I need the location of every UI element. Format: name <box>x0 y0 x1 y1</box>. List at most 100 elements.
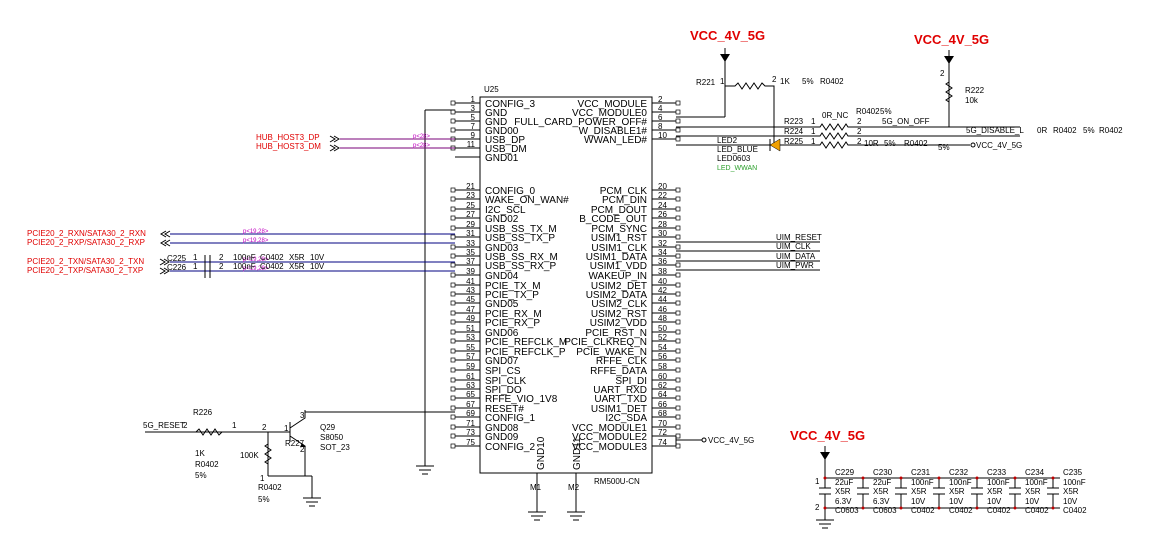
cap-p2: 2 <box>815 503 820 512</box>
pin-m1: M1 <box>530 483 542 492</box>
pin-gnd10: GND10 <box>536 436 547 470</box>
cap-ref: C229 <box>835 468 855 477</box>
led-val: LED_BLUE <box>717 145 758 154</box>
cap-volt: 10V <box>1025 497 1040 506</box>
pin-gnd11: GND11 <box>572 437 583 470</box>
c226-ref: C226 <box>167 263 187 272</box>
r224-ref: R224 <box>784 127 804 136</box>
c225-die: X5R <box>289 253 305 262</box>
r221-tol: 5% <box>802 77 814 86</box>
left-pin-num: 47 <box>466 305 475 314</box>
right-pin-num: 50 <box>658 324 667 333</box>
r224-tol: 5% <box>1083 126 1095 135</box>
cap-val: 100nF <box>949 478 972 487</box>
right-pin-num: 68 <box>658 409 667 418</box>
right-pin-num: 72 <box>658 428 667 437</box>
r226-p2: 2 <box>183 421 188 430</box>
right-pin-num: 46 <box>658 305 667 314</box>
net-uim-pwr: UIM_PWR <box>776 261 814 270</box>
r226-p1: 1 <box>232 421 237 430</box>
cap-volt: 10V <box>911 497 926 506</box>
cap-ref: C234 <box>1025 468 1045 477</box>
net-uim-data: UIM_DATA <box>776 252 816 261</box>
right-pin-name: VCC_MODULE3 <box>572 442 647 453</box>
net-vcc-module: VCC_4V_5G <box>708 436 754 445</box>
left-pin-num: 53 <box>466 333 475 342</box>
r223-p2: 2 <box>857 117 862 126</box>
left-pin-num: 65 <box>466 390 475 399</box>
right-pin-num: 38 <box>658 267 667 276</box>
cap-val: 100nF <box>987 478 1010 487</box>
net-hub-dm: HUB_HOST3_DM <box>256 142 321 151</box>
pin-m2: M2 <box>568 483 580 492</box>
cap-die: X5R <box>949 487 965 496</box>
right-pin-num: 70 <box>658 419 667 428</box>
cap-pkg: C0402 <box>949 506 973 515</box>
cap-volt: 10V <box>1063 497 1078 506</box>
right-pin-num: 20 <box>658 182 667 191</box>
r223-ref: R223 <box>784 117 804 126</box>
left-pin-num: 39 <box>466 267 475 276</box>
vcc-4v-5g-label: VCC_4V_5G <box>914 32 989 47</box>
r226-val: 1K <box>195 449 205 458</box>
net-vcc-led: VCC_4V_5G <box>976 141 1022 150</box>
left-pin-num: 3 <box>471 104 476 113</box>
c225-volt: 10V <box>310 253 325 262</box>
cap-val: 22uF <box>873 478 891 487</box>
cap-pkg: C0603 <box>873 506 897 515</box>
led-pkg: LED0603 <box>717 154 751 163</box>
left-pin-num: 29 <box>466 220 475 229</box>
left-pin-num: 71 <box>466 419 475 428</box>
r226-pkg: R0402 <box>195 460 219 469</box>
left-pin-num: 1 <box>471 95 476 104</box>
net-on-off: 5G_ON_OFF <box>882 117 930 126</box>
cap-volt: 6.3V <box>873 497 890 506</box>
net-txp: PCIE20_2_TXP/SATA30_2_TXP <box>27 266 143 275</box>
r225-tol: 5% <box>884 139 896 148</box>
cap-ref: C231 <box>911 468 931 477</box>
cap-die: X5R <box>1063 487 1079 496</box>
r225-val: 10R <box>864 139 879 148</box>
left-pin-num: 33 <box>466 239 475 248</box>
cap-val: 100nF <box>1025 478 1048 487</box>
c225-val: 100nF <box>233 253 256 262</box>
cap-p1: 1 <box>815 477 820 486</box>
right-pin-num: 52 <box>658 333 667 342</box>
net-txn: PCIE20_2_TXN/SATA30_2_TXN <box>27 257 144 266</box>
left-pin-num: 25 <box>466 201 475 210</box>
left-pin-num: 61 <box>466 372 475 381</box>
cap-die: X5R <box>1025 487 1041 496</box>
right-pin-num: 8 <box>658 122 663 131</box>
left-pin-num: 41 <box>466 277 475 286</box>
right-pin-num: 44 <box>658 295 667 304</box>
net-rxp: PCIE20_2_RXP/SATA30_2_RXP <box>27 238 145 247</box>
cap-pkg: C0402 <box>1063 506 1087 515</box>
ground-symbol <box>816 519 834 529</box>
cap-die: X5R <box>987 487 1003 496</box>
ground-symbol <box>303 497 321 507</box>
r227-p2: 2 <box>262 423 267 432</box>
r224-pkg2: R0402 <box>1099 126 1123 135</box>
left-pin-num: 35 <box>466 248 475 257</box>
r224-p1: 1 <box>811 127 816 136</box>
r224-val: 0R <box>1037 126 1047 135</box>
cap-ref: C230 <box>873 468 893 477</box>
net-reset: 5G_RESET <box>143 421 185 430</box>
ground-symbol <box>416 465 434 475</box>
r227-pkg: R0402 <box>258 483 282 492</box>
left-pin-num: 23 <box>466 191 475 200</box>
cap-ref: C235 <box>1063 468 1083 477</box>
ground-symbol <box>528 511 585 521</box>
r224-p2: 2 <box>857 127 862 136</box>
right-pin-num: 32 <box>658 239 667 248</box>
r221-p2: 2 <box>772 75 777 84</box>
left-pin-num: 69 <box>466 409 475 418</box>
r226-ref: R226 <box>193 408 213 417</box>
right-pin-num: 24 <box>658 201 667 210</box>
r222-p2: 2 <box>940 69 945 78</box>
right-pin-num: 2 <box>658 95 663 104</box>
cap-volt: 10V <box>949 497 964 506</box>
r221-val: 1K <box>780 77 790 86</box>
r227-p1: 1 <box>260 474 265 483</box>
right-pin-num: 62 <box>658 381 667 390</box>
